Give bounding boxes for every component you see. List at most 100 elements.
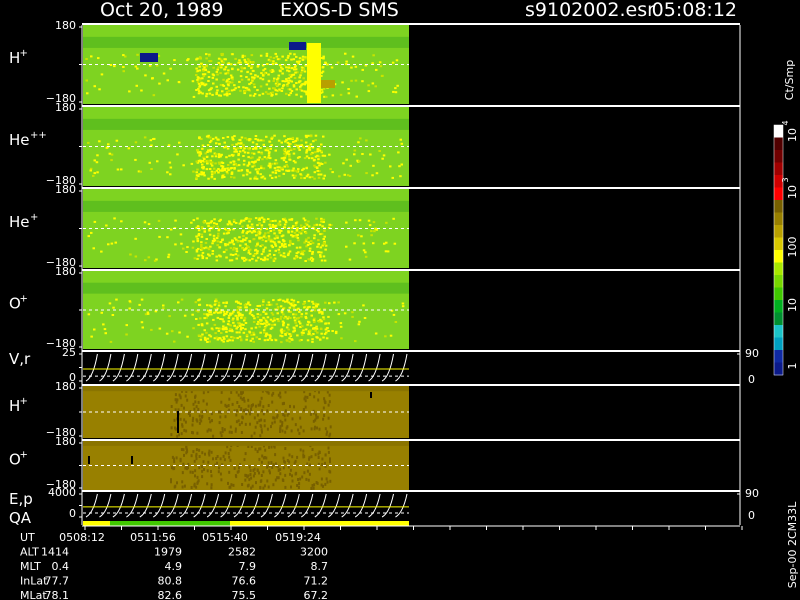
qa-segment bbox=[110, 521, 230, 526]
spectrogram-pixel bbox=[282, 466, 285, 470]
spectrogram-pixel bbox=[289, 52, 292, 55]
spectrogram-pixel bbox=[303, 219, 307, 222]
spectrogram-pixel bbox=[98, 140, 101, 143]
spectrogram-pixel bbox=[327, 450, 330, 454]
spectrogram-pixel bbox=[265, 54, 269, 57]
spectrogram-pixel bbox=[201, 163, 204, 166]
spectrogram-pixel bbox=[331, 94, 335, 97]
spectrogram-pixel bbox=[239, 220, 243, 223]
y-tick-top: 180 bbox=[55, 101, 76, 114]
spectrogram-pixel bbox=[259, 331, 262, 334]
spectrogram-pixel bbox=[209, 420, 212, 424]
spectrogram-pixel bbox=[179, 417, 182, 421]
spectrogram-pixel bbox=[328, 400, 331, 404]
colorbar-swatch bbox=[774, 350, 783, 363]
spectrogram-pixel bbox=[211, 242, 214, 245]
spectrogram-pixel bbox=[235, 150, 239, 153]
spectrogram-pixel bbox=[315, 327, 319, 330]
spectrogram-pixel bbox=[245, 217, 248, 220]
spectrogram-pixel bbox=[302, 77, 305, 80]
spectrogram-pixel bbox=[212, 234, 216, 237]
spectrogram-pixel bbox=[247, 78, 250, 81]
spectrogram-pixel bbox=[279, 467, 282, 471]
spectrogram-pixel bbox=[271, 224, 275, 226]
spectrogram-pixel bbox=[220, 390, 223, 394]
panel-he-pp bbox=[79, 105, 740, 186]
spectrogram-pixel bbox=[143, 221, 147, 224]
spectrogram-pixel bbox=[304, 405, 307, 409]
spectrogram-pixel bbox=[301, 325, 304, 328]
spectrogram-pixel bbox=[279, 317, 282, 320]
spectrogram-pixel bbox=[306, 339, 310, 342]
spectrogram-pixel bbox=[254, 425, 257, 429]
spectrogram-pixel bbox=[195, 448, 198, 452]
qa-label: QA bbox=[9, 509, 32, 527]
spectrogram-pixel bbox=[197, 233, 201, 235]
spectrogram-pixel bbox=[225, 170, 229, 173]
spectrogram-pixel bbox=[183, 418, 186, 422]
spectrogram-pixel bbox=[210, 170, 214, 173]
spectrogram-pixel bbox=[345, 221, 348, 224]
spectrogram-pixel bbox=[291, 474, 293, 478]
plot-page: Oct 20, 1989 EXOS-D SMS s9102002.esr 05:08:… bbox=[0, 0, 800, 600]
spectrogram-pixel bbox=[313, 327, 316, 330]
spectrogram-pixel bbox=[247, 404, 250, 408]
spectrogram-pixel bbox=[284, 409, 287, 413]
sweep-curve bbox=[85, 353, 98, 382]
spectrogram-pixel bbox=[260, 216, 264, 219]
spectrogram-pixel bbox=[200, 233, 204, 236]
spectrogram-pixel bbox=[309, 412, 312, 416]
spectrogram-pixel bbox=[294, 139, 297, 142]
spectrogram-pixel bbox=[384, 250, 388, 253]
spectrogram-pixel bbox=[273, 237, 277, 240]
spectrogram-pixel bbox=[181, 424, 184, 428]
spectrogram-pixel bbox=[216, 311, 220, 314]
spectrogram-pixel bbox=[251, 141, 255, 144]
spectrogram-pixel bbox=[254, 217, 258, 220]
spectrogram-pixel bbox=[277, 240, 280, 243]
spectrogram-pixel bbox=[238, 150, 242, 153]
spectrogram-pixel bbox=[242, 323, 245, 326]
colorbar-swatch bbox=[774, 287, 783, 301]
spectrogram-pixel bbox=[301, 333, 304, 336]
spectrogram-pixel bbox=[176, 481, 178, 485]
spectrogram-pixel bbox=[174, 408, 177, 412]
spectrogram-pixel bbox=[314, 453, 317, 457]
spectrogram-pixel bbox=[251, 337, 254, 340]
spectrogram-pixel bbox=[297, 428, 300, 432]
spectrogram-pixel bbox=[93, 328, 96, 331]
spectrogram-pixel bbox=[135, 84, 138, 87]
spectrogram-pixel bbox=[92, 174, 95, 177]
spectrogram-pixel bbox=[297, 239, 300, 242]
spectrogram-pixel bbox=[286, 165, 289, 168]
spectrogram-pixel bbox=[274, 339, 278, 342]
spectrogram-pixel bbox=[217, 94, 221, 97]
spectrogram-pixel bbox=[228, 228, 232, 231]
spectrogram-pixel bbox=[322, 135, 325, 138]
spectrogram-pixel bbox=[264, 240, 268, 243]
spectrogram-pixel bbox=[228, 154, 231, 157]
spectrogram-pixel bbox=[229, 247, 233, 250]
spectrogram-pixel bbox=[183, 406, 185, 410]
spectrogram-pixel bbox=[262, 218, 266, 221]
spectrogram-pixel bbox=[254, 326, 258, 329]
spectrogram-pixel bbox=[263, 424, 266, 428]
spectrogram-pixel bbox=[325, 95, 328, 98]
spectrogram-pixel bbox=[222, 232, 226, 235]
spectrogram-pixel bbox=[270, 312, 274, 315]
spectrogram-pixel bbox=[354, 65, 358, 68]
spectrogram-pixel bbox=[254, 447, 257, 451]
spectrogram-pixel bbox=[247, 151, 250, 154]
spectrogram-pixel bbox=[201, 92, 204, 95]
spectrogram-pixel bbox=[284, 59, 288, 62]
spectrogram-pixel bbox=[271, 91, 274, 94]
spectrogram-pixel bbox=[196, 239, 199, 242]
spectrogram-pixel bbox=[378, 61, 382, 64]
spectrogram-pixel bbox=[266, 258, 269, 261]
spectrogram-pixel bbox=[185, 429, 188, 433]
spectrogram-pixel bbox=[93, 159, 96, 162]
spectrogram-pixel bbox=[316, 303, 320, 306]
spectrogram-pixel bbox=[149, 139, 153, 142]
spectrogram-pixel bbox=[228, 329, 231, 332]
spectrogram-pixel bbox=[167, 256, 170, 259]
